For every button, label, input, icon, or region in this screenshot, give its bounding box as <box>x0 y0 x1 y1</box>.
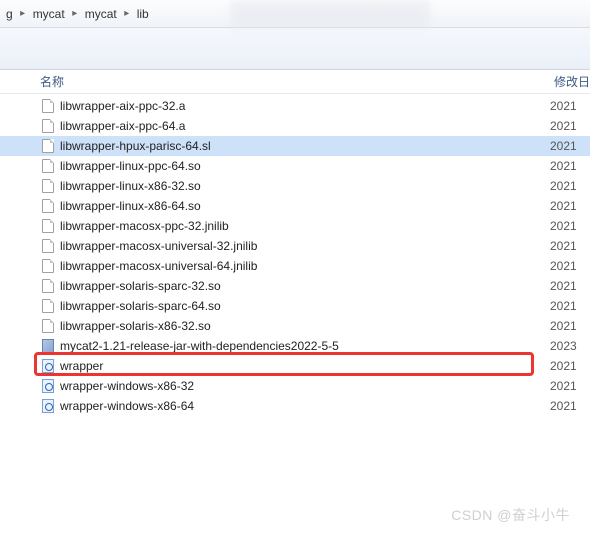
file-date: 2021 <box>550 279 590 293</box>
file-icon <box>40 258 56 274</box>
file-name: libwrapper-linux-ppc-64.so <box>60 159 550 173</box>
file-icon <box>40 218 56 234</box>
file-name: wrapper <box>60 359 550 373</box>
file-icon <box>40 238 56 254</box>
file-row[interactable]: wrapper-windows-x86-322021 <box>0 376 590 396</box>
file-pane: 名称 修改日 libwrapper-aix-ppc-32.a2021libwra… <box>0 70 590 416</box>
file-name: libwrapper-macosx-ppc-32.jnilib <box>60 219 550 233</box>
file-date: 2023 <box>550 339 590 353</box>
blurred-region <box>230 0 430 28</box>
file-row[interactable]: wrapper2021 <box>0 356 590 376</box>
file-icon <box>40 178 56 194</box>
file-name: wrapper-windows-x86-32 <box>60 379 550 393</box>
file-row[interactable]: wrapper-windows-x86-642021 <box>0 396 590 416</box>
file-icon <box>40 318 56 334</box>
file-date: 2021 <box>550 239 590 253</box>
html-icon <box>40 378 56 394</box>
file-row[interactable]: libwrapper-solaris-sparc-32.so2021 <box>0 276 590 296</box>
file-name: libwrapper-solaris-sparc-32.so <box>60 279 550 293</box>
file-row[interactable]: mycat2-1.21-release-jar-with-dependencie… <box>0 336 590 356</box>
html-icon <box>40 398 56 414</box>
watermark: CSDN @奋斗小牛 <box>451 505 570 525</box>
file-icon <box>40 138 56 154</box>
file-date: 2021 <box>550 379 590 393</box>
file-date: 2021 <box>550 139 590 153</box>
html-icon <box>40 358 56 374</box>
chevron-right-icon[interactable]: ▸ <box>15 4 31 24</box>
file-row[interactable]: libwrapper-aix-ppc-32.a2021 <box>0 96 590 116</box>
file-date: 2021 <box>550 399 590 413</box>
file-date: 2021 <box>550 299 590 313</box>
file-row[interactable]: libwrapper-macosx-universal-32.jnilib202… <box>0 236 590 256</box>
breadcrumb-item-2[interactable]: lib <box>135 7 151 21</box>
file-row[interactable]: libwrapper-macosx-universal-64.jnilib202… <box>0 256 590 276</box>
file-row[interactable]: libwrapper-hpux-parisc-64.sl2021 <box>0 136 590 156</box>
chevron-right-icon[interactable]: ▸ <box>67 4 83 24</box>
file-date: 2021 <box>550 159 590 173</box>
file-icon <box>40 298 56 314</box>
file-icon <box>40 158 56 174</box>
file-name: libwrapper-hpux-parisc-64.sl <box>60 139 550 153</box>
file-name: libwrapper-linux-x86-64.so <box>60 199 550 213</box>
file-date: 2021 <box>550 179 590 193</box>
file-row[interactable]: libwrapper-linux-x86-64.so2021 <box>0 196 590 216</box>
file-name: wrapper-windows-x86-64 <box>60 399 550 413</box>
chevron-right-icon[interactable]: ▸ <box>119 4 135 24</box>
breadcrumb-item-1[interactable]: mycat <box>83 7 119 21</box>
file-date: 2021 <box>550 99 590 113</box>
toolbar-area <box>0 28 590 70</box>
jar-icon <box>40 338 56 354</box>
file-name: libwrapper-solaris-sparc-64.so <box>60 299 550 313</box>
file-icon <box>40 98 56 114</box>
file-row[interactable]: libwrapper-macosx-ppc-32.jnilib2021 <box>0 216 590 236</box>
breadcrumb: g ▸ mycat ▸ mycat ▸ lib <box>0 0 590 28</box>
file-date: 2021 <box>550 119 590 133</box>
file-date: 2021 <box>550 199 590 213</box>
breadcrumb-root[interactable]: g <box>4 7 15 21</box>
file-date: 2021 <box>550 359 590 373</box>
file-name: mycat2-1.21-release-jar-with-dependencie… <box>60 339 550 353</box>
file-name: libwrapper-macosx-universal-32.jnilib <box>60 239 550 253</box>
file-date: 2021 <box>550 319 590 333</box>
file-name: libwrapper-linux-x86-32.so <box>60 179 550 193</box>
file-list: libwrapper-aix-ppc-32.a2021libwrapper-ai… <box>0 94 590 416</box>
column-date[interactable]: 修改日 <box>550 73 590 90</box>
column-headers: 名称 修改日 <box>0 70 590 94</box>
file-date: 2021 <box>550 219 590 233</box>
breadcrumb-item-0[interactable]: mycat <box>31 7 67 21</box>
file-row[interactable]: libwrapper-aix-ppc-64.a2021 <box>0 116 590 136</box>
file-icon <box>40 278 56 294</box>
column-name[interactable]: 名称 <box>40 73 550 90</box>
file-date: 2021 <box>550 259 590 273</box>
file-row[interactable]: libwrapper-solaris-sparc-64.so2021 <box>0 296 590 316</box>
file-icon <box>40 118 56 134</box>
file-row[interactable]: libwrapper-linux-ppc-64.so2021 <box>0 156 590 176</box>
file-name: libwrapper-solaris-x86-32.so <box>60 319 550 333</box>
file-name: libwrapper-aix-ppc-64.a <box>60 119 550 133</box>
file-name: libwrapper-aix-ppc-32.a <box>60 99 550 113</box>
file-icon <box>40 198 56 214</box>
file-row[interactable]: libwrapper-solaris-x86-32.so2021 <box>0 316 590 336</box>
file-name: libwrapper-macosx-universal-64.jnilib <box>60 259 550 273</box>
file-row[interactable]: libwrapper-linux-x86-32.so2021 <box>0 176 590 196</box>
